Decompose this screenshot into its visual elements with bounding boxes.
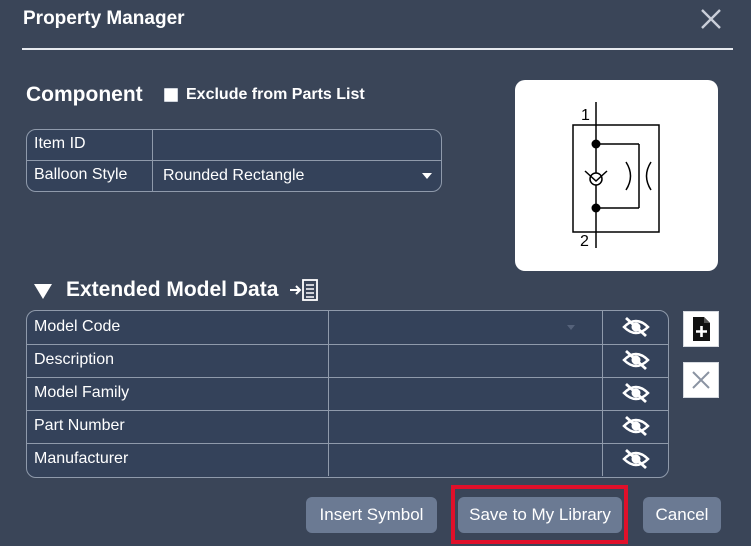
extended-model-data-toggle[interactable]: Extended Model Data: [34, 278, 320, 302]
property-row-item-id: Item ID: [27, 130, 441, 161]
exclude-from-parts-list[interactable]: Exclude from Parts List: [164, 86, 365, 104]
property-label: Balloon Style: [34, 166, 128, 183]
dialog-title: Property Manager: [23, 8, 185, 29]
file-plus-icon: [693, 317, 710, 341]
eye-slash-icon[interactable]: [602, 344, 668, 377]
row-label: Manufacturer: [34, 450, 129, 467]
pin-bottom-label: 2: [580, 233, 589, 250]
table-row: Model Family: [27, 377, 668, 411]
table-row: Part Number: [27, 410, 668, 444]
highlight-box: [451, 485, 628, 544]
balloon-style-select[interactable]: Rounded Rectangle: [152, 161, 441, 191]
insert-symbol-button[interactable]: Insert Symbol: [306, 497, 437, 533]
manufacturer-input[interactable]: [328, 443, 602, 476]
row-label: Model Family: [34, 384, 130, 401]
property-label: Item ID: [34, 135, 86, 152]
add-field-button[interactable]: [683, 311, 719, 347]
model-code-select[interactable]: [328, 311, 602, 344]
item-id-input[interactable]: [152, 130, 441, 160]
table-row: Model Code: [27, 311, 668, 345]
extended-model-data-title: Extended Model Data: [66, 278, 279, 301]
chevron-down-icon[interactable]: [422, 173, 432, 179]
x-icon: [692, 371, 710, 389]
cancel-button[interactable]: Cancel: [643, 497, 721, 533]
exclude-checkbox[interactable]: [164, 88, 178, 102]
balloon-style-value: Rounded Rectangle: [163, 167, 305, 184]
eye-slash-icon[interactable]: [602, 311, 668, 344]
pin-top-label: 1: [581, 107, 590, 124]
eye-slash-icon[interactable]: [602, 443, 668, 476]
valve-symbol-icon: 1 2: [572, 102, 660, 250]
eye-slash-icon[interactable]: [602, 377, 668, 410]
title-divider: [22, 48, 733, 50]
table-row: Manufacturer: [27, 443, 668, 476]
table-row: Description: [27, 344, 668, 378]
remove-field-button[interactable]: [683, 362, 719, 398]
part-number-input[interactable]: [328, 410, 602, 443]
extended-model-data-table: Model Code Description Model Family Part…: [26, 310, 669, 478]
eye-slash-icon[interactable]: [602, 410, 668, 443]
close-icon[interactable]: [698, 6, 724, 32]
component-properties-table: Item ID Balloon Style Rounded Rectangle: [26, 129, 442, 192]
exclude-label: Exclude from Parts List: [186, 86, 365, 103]
row-label: Model Code: [34, 318, 121, 335]
component-section-title: Component: [26, 83, 143, 106]
property-row-balloon-style: Balloon Style Rounded Rectangle: [27, 161, 441, 191]
model-family-input[interactable]: [328, 377, 602, 410]
row-label: Description: [34, 351, 115, 368]
chevron-down-icon[interactable]: [567, 325, 575, 330]
row-label: Part Number: [34, 417, 125, 434]
collapse-triangle-icon[interactable]: [34, 283, 52, 299]
symbol-preview: 1 2: [515, 80, 718, 271]
import-list-icon[interactable]: [288, 278, 320, 302]
description-input[interactable]: [328, 344, 602, 377]
